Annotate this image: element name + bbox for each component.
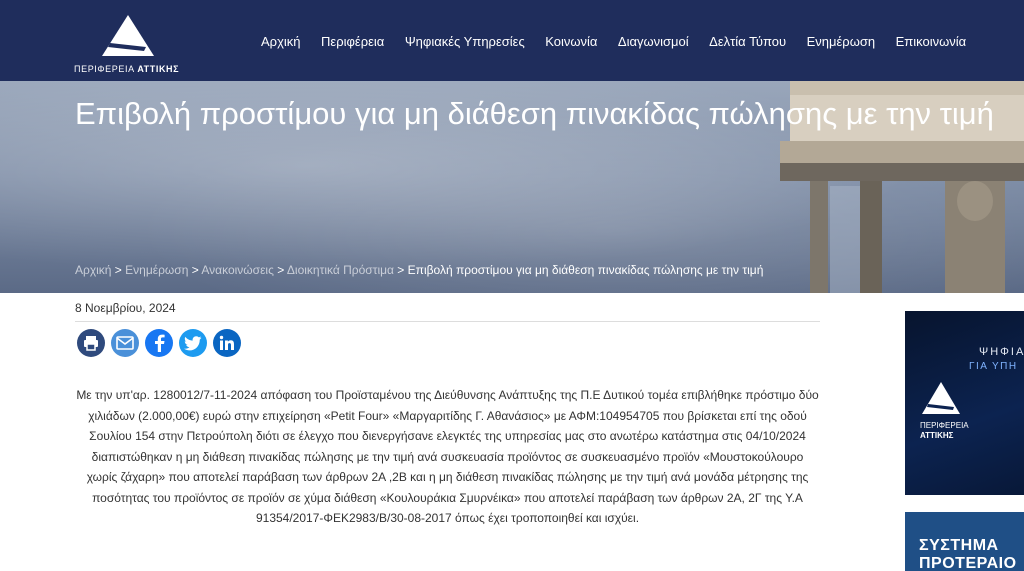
breadcrumb-home[interactable]: Αρχική <box>75 263 111 277</box>
breadcrumb-separator: > <box>111 263 126 277</box>
breadcrumb-announcements[interactable]: Ανακοινώσεις <box>201 263 274 277</box>
banner-text: ΨΗΦΙΑ <box>979 346 1024 358</box>
linkedin-icon[interactable] <box>213 329 241 357</box>
nav-digital-services[interactable]: Ψηφιακές Υπηρεσίες <box>405 34 525 49</box>
nav-news[interactable]: Ενημέρωση <box>807 34 876 49</box>
main-nav: Αρχική Περιφέρεια Ψηφιακές Υπηρεσίες Κοι… <box>261 34 987 49</box>
breadcrumb-separator: > <box>273 263 287 277</box>
breadcrumb-separator: > <box>188 263 202 277</box>
breadcrumb: Αρχική > Ενημέρωση > Ανακοινώσεις > Διοι… <box>75 263 763 277</box>
page-title: Επιβολή προστίμου για μη διάθεση πινακίδ… <box>75 96 994 131</box>
breadcrumb-current: Επιβολή προστίμου για μη διάθεση πινακίδ… <box>407 263 764 277</box>
article-date: 8 Νοεμβρίου, 2024 <box>75 301 176 315</box>
nav-tenders[interactable]: Διαγωνισμοί <box>618 34 689 49</box>
breadcrumb-separator: > <box>393 263 408 277</box>
nav-contact[interactable]: Επικοινωνία <box>896 34 967 49</box>
banner-text: ΣΥΣΤΗΜΑ ΠΡΟΤΕΡΑΙΟ <box>919 537 1017 571</box>
digital-services-banner[interactable]: ΨΗΦΙΑ ΓΙΑ ΥΠΗ ΠΕΡΙΦΕΡΕΙΑ ΑΤΤΙΚΗΣ <box>905 311 1024 495</box>
hero-banner: Επιβολή προστίμου για μη διάθεση πινακίδ… <box>0 81 1024 293</box>
divider <box>75 321 820 322</box>
breadcrumb-news[interactable]: Ενημέρωση <box>125 263 188 277</box>
nav-press-releases[interactable]: Δελτία Τύπου <box>709 34 786 49</box>
logo-triangle-icon <box>922 382 960 414</box>
site-header: ΠΕΡΙΦΕΡΕΙΑ ΑΤΤΙΚΗΣ Αρχική Περιφέρεια Ψηφ… <box>0 0 1024 81</box>
twitter-icon[interactable] <box>179 329 207 357</box>
banner-logo-text: ΠΕΡΙΦΕΡΕΙΑ ΑΤΤΙΚΗΣ <box>920 421 969 440</box>
logo-triangle-icon <box>102 15 154 56</box>
nav-society[interactable]: Κοινωνία <box>545 34 597 49</box>
share-buttons <box>77 329 241 357</box>
system-banner[interactable]: ΣΥΣΤΗΜΑ ΠΡΟΤΕΡΑΙΟ <box>905 512 1024 571</box>
nav-region[interactable]: Περιφέρεια <box>321 34 384 49</box>
facebook-icon[interactable] <box>145 329 173 357</box>
email-icon[interactable] <box>111 329 139 357</box>
banner-text: ΓΙΑ ΥΠΗ <box>969 361 1018 372</box>
print-icon[interactable] <box>77 329 105 357</box>
article-body: Με την υπ'αρ. 1280012/7-11-2024 απόφαση … <box>76 388 819 525</box>
logo-text: ΠΕΡΙΦΕΡΕΙΑ ΑΤΤΙΚΗΣ <box>74 64 180 74</box>
nav-home[interactable]: Αρχική <box>261 34 301 49</box>
breadcrumb-fines[interactable]: Διοικητικά Πρόστιμα <box>287 263 394 277</box>
site-logo[interactable]: ΠΕΡΙΦΕΡΕΙΑ ΑΤΤΙΚΗΣ <box>74 13 184 77</box>
